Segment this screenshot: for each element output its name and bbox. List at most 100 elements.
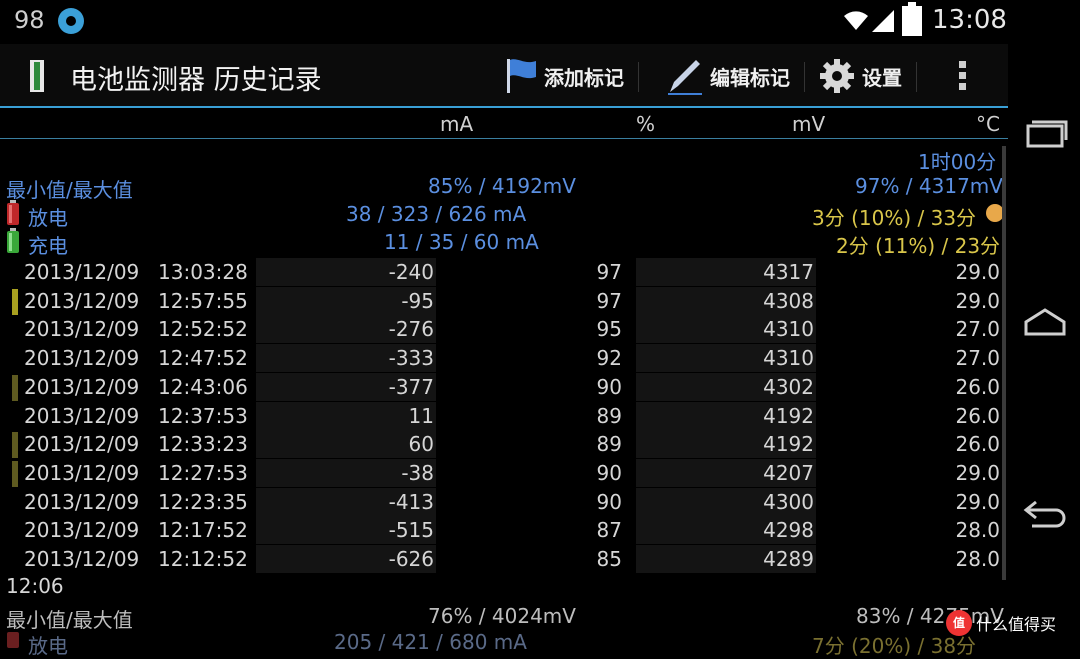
app-icon[interactable] [28,58,50,94]
period-duration: 1时00分 [918,150,997,174]
minmax-label-2: 最小值/最大值 [6,608,133,632]
header-divider [0,138,1008,139]
edit-mark-button[interactable]: 编辑标记 [664,54,790,98]
cell-date: 2013/12/09 [24,346,140,371]
cell-pct: 97 [596,288,622,313]
cell-mv: 4317 [763,260,814,284]
settings-button[interactable]: 设置 [818,54,902,98]
discharge-label-2: 放电 [28,634,68,658]
add-mark-label: 添加标记 [544,65,624,90]
table-row[interactable]: 2013/12/09 12:47:52 -333 92 4310 27.0 [0,344,1008,373]
cell-time: 12:23:35 [158,489,248,514]
cell-mv: 4192 [763,403,814,428]
col-header-mv: mV [792,112,826,136]
cell-date: 2013/12/09 [24,260,140,284]
table-row[interactable]: 2013/12/09 13:03:28 -240 97 4317 29.0 [0,258,1008,286]
action-bar: 电池监测器 历史记录 添加标记 编辑标记 设置 [0,44,1008,106]
cell-time: 12:33:23 [158,432,248,457]
col-header-temp: °C [976,112,1000,136]
cell-pct: 90 [596,460,622,485]
discharge-battery-icon-2 [7,632,19,648]
cell-date: 2013/12/09 [24,432,140,457]
cell-pct: 89 [596,432,622,457]
cell-time: 12:37:53 [158,403,248,428]
discharge-current: 38 / 323 / 626 mA [346,202,527,226]
recent-apps-icon[interactable] [1022,112,1068,152]
page-title: 电池监测器 历史记录 [70,65,322,96]
table-row[interactable]: 2013/12/09 12:43:06 -377 90 4302 26.0 [0,372,1008,401]
cell-date: 2013/12/09 [24,518,140,543]
cell-temp: 28.0 [955,547,1000,571]
cell-time: 13:03:28 [158,260,248,284]
cell-temp: 26.0 [955,374,1000,399]
table-row[interactable]: 2013/12/09 12:37:53 11 89 4192 26.0 [0,401,1008,430]
cell-time: 12:57:55 [158,288,248,313]
cell-pct: 97 [596,260,622,284]
cell-time: 12:27:53 [158,460,248,485]
charge-battery-icon [7,228,19,253]
cell-pct: 87 [596,518,622,543]
cell-temp: 27.0 [955,346,1000,371]
table-row[interactable]: 2013/12/09 12:57:55 -95 97 4308 29.0 [0,286,1008,315]
discharge-battery-icon [7,200,19,225]
cell-pct: 92 [596,346,622,371]
divider [916,62,917,92]
scrollbar[interactable] [1002,146,1006,580]
cell-ma: 11 [408,403,434,428]
cell-mv: 4192 [763,432,814,457]
cell-mv: 4300 [763,489,814,514]
table-row[interactable]: 2013/12/09 12:33:23 60 89 4192 26.0 [0,430,1008,459]
col-header-pct: % [636,112,656,136]
table-row[interactable]: 2013/12/09 12:52:52 -276 95 4310 27.0 [0,315,1008,344]
settings-label: 设置 [862,65,902,90]
action-bar-divider [0,106,1008,108]
cell-date: 2013/12/09 [24,460,140,485]
clock: 13:08 [932,5,1007,35]
navigation-bar [1008,0,1080,648]
cell-ma: -240 [388,260,434,284]
cell-time: 12:43:06 [158,374,248,399]
discharge-current-2: 205 / 421 / 680 mA [334,630,527,654]
cell-mv: 4298 [763,518,814,543]
table-row[interactable]: 2013/12/09 12:27:53 -38 90 4207 29.0 [0,458,1008,487]
back-icon[interactable] [1022,492,1068,532]
flag-icon [507,59,536,93]
cell-ma: -333 [388,346,434,371]
mark-indicator [12,432,18,459]
table-row[interactable]: 2013/12/09 12:17:52 -515 87 4298 28.0 [0,516,1008,545]
discharge-label: 放电 [28,206,68,230]
table-row[interactable]: 2013/12/09 12:12:52 -626 85 4289 28.0 [0,545,1008,573]
session-time-label: 12:06 [6,574,64,598]
table-row[interactable]: 2013/12/09 12:23:35 -413 90 4300 29.0 [0,487,1008,516]
cell-ma: -38 [401,460,434,485]
cell-mv: 4207 [763,460,814,485]
cell-date: 2013/12/09 [24,403,140,428]
cell-temp: 28.0 [955,518,1000,543]
edit-mark-label: 编辑标记 [710,65,790,90]
cell-pct: 90 [596,374,622,399]
cell-ma: -95 [401,288,434,313]
min-value-2: 76% / 4024mV [428,604,576,628]
divider [804,62,805,92]
cell-pct: 85 [596,547,622,571]
mark-indicator [12,460,18,487]
cell-temp: 26.0 [955,432,1000,457]
signal-icon [872,10,894,32]
mark-indicator [12,288,18,315]
cell-ma: -276 [388,317,434,342]
cell-date: 2013/12/09 [24,317,140,342]
watermark-badge: 值 [946,610,972,636]
cell-time: 12:52:52 [158,317,248,342]
home-icon[interactable] [1022,302,1068,342]
cell-temp: 29.0 [955,260,1000,284]
min-value: 85% / 4192mV [428,174,576,198]
cell-temp: 29.0 [955,288,1000,313]
cell-temp: 29.0 [955,460,1000,485]
add-mark-button[interactable]: 添加标记 [504,54,624,98]
cell-date: 2013/12/09 [24,288,140,313]
cell-date: 2013/12/09 [24,374,140,399]
charge-current: 11 / 35 / 60 mA [384,230,539,254]
charge-time: 2分 (11%) / 23分 [836,234,1001,258]
overflow-menu-icon[interactable] [952,58,972,94]
cell-temp: 27.0 [955,317,1000,342]
